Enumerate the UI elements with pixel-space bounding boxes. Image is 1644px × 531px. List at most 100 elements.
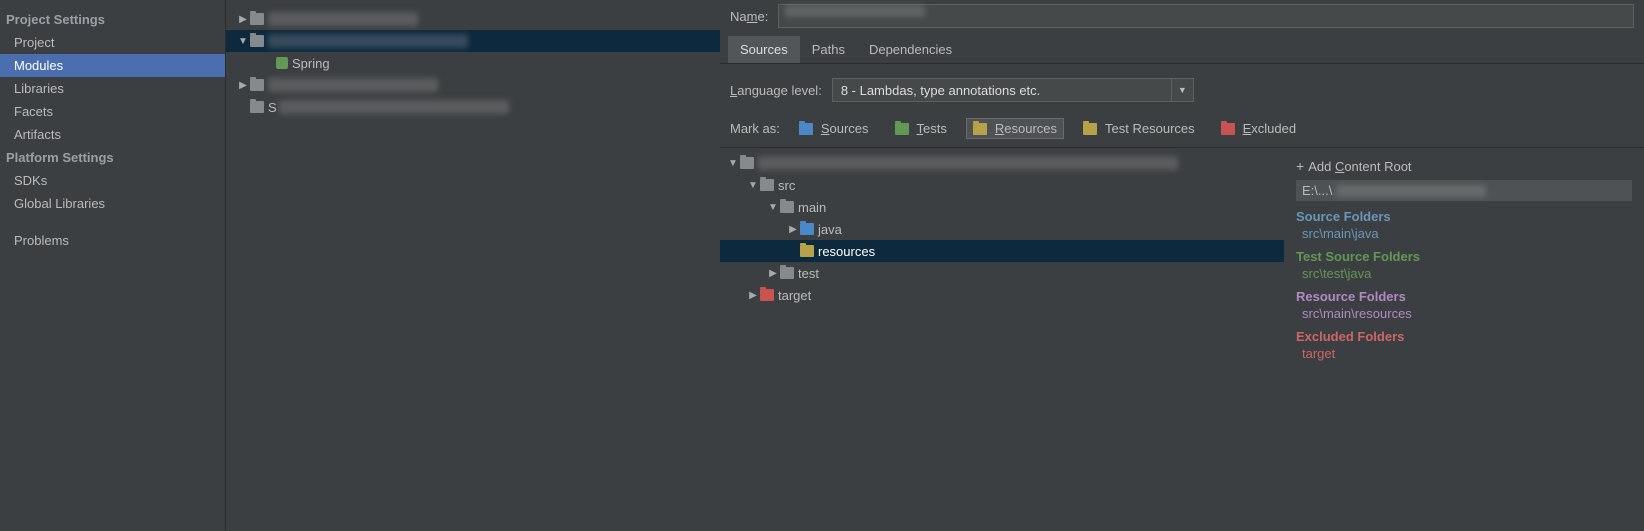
source-folder-icon: [800, 223, 814, 235]
tab-sources[interactable]: Sources: [728, 36, 800, 63]
collapse-arrow-icon[interactable]: [766, 202, 780, 213]
test-source-folders-title: Test Source Folders: [1296, 249, 1632, 264]
spring-label: Spring: [292, 56, 330, 71]
module-child-spring[interactable]: Spring: [226, 52, 720, 74]
source-folders-item[interactable]: src\main\java: [1296, 226, 1632, 241]
content-row: src main java resources test: [720, 147, 1644, 531]
tree-label: main: [798, 200, 826, 215]
tree-label: resources: [818, 244, 875, 259]
sidebar-item-problems[interactable]: Problems: [0, 229, 225, 252]
mark-as-label: Mark as:: [730, 121, 780, 136]
resources-folder-icon: [800, 245, 814, 257]
tests-folder-icon: [895, 123, 909, 135]
content-root-path[interactable]: E:\...\: [1296, 180, 1632, 201]
excluded-folder-icon: [1221, 123, 1235, 135]
mark-as-row: Mark as: Sources Tests Resources Test Re…: [720, 112, 1644, 147]
sidebar-item-libraries[interactable]: Libraries: [0, 77, 225, 100]
root-path-redacted: [1336, 185, 1486, 197]
folder-icon: [760, 179, 774, 191]
tree-label: src: [778, 178, 795, 193]
expand-arrow-icon[interactable]: [236, 80, 250, 91]
module-icon: [250, 35, 264, 47]
sidebar-item-sdks[interactable]: SDKs: [0, 169, 225, 192]
module-row[interactable]: S: [226, 96, 720, 118]
excluded-folder-icon: [760, 289, 774, 301]
expand-arrow-icon[interactable]: [766, 268, 780, 279]
sidebar-item-facets[interactable]: Facets: [0, 100, 225, 123]
module-row[interactable]: [226, 8, 720, 30]
mark-resources-button[interactable]: Resources: [966, 118, 1064, 139]
tab-paths[interactable]: Paths: [800, 36, 857, 63]
collapse-arrow-icon[interactable]: [236, 36, 250, 47]
collapse-arrow-icon[interactable]: [746, 180, 760, 191]
settings-sidebar: Project Settings Project Modules Librari…: [0, 0, 225, 531]
language-level-select[interactable]: 8 - Lambdas, type annotations etc. ▼: [832, 78, 1194, 102]
resources-folder-icon: [973, 123, 987, 135]
name-label: Name:: [730, 9, 768, 24]
collapse-arrow-icon[interactable]: [726, 158, 740, 169]
name-value-redacted: [785, 5, 925, 17]
tree-test[interactable]: test: [720, 262, 1284, 284]
module-label-redacted: [268, 34, 468, 48]
sidebar-item-artifacts[interactable]: Artifacts: [0, 123, 225, 146]
language-level-row: Language level: 8 - Lambdas, type annota…: [720, 64, 1644, 112]
tree-root[interactable]: [720, 152, 1284, 174]
language-level-label: Language level:: [730, 83, 822, 98]
tree-label: test: [798, 266, 819, 281]
excluded-folders-item[interactable]: target: [1296, 346, 1632, 361]
add-content-root-button[interactable]: + Add Content Root: [1296, 158, 1632, 174]
module-label-redacted: [268, 12, 418, 26]
module-row-selected[interactable]: [226, 30, 720, 52]
tree-label: target: [778, 288, 811, 303]
expand-arrow-icon[interactable]: [786, 224, 800, 235]
module-icon: [250, 13, 264, 25]
name-input[interactable]: [778, 4, 1634, 28]
module-label-redacted: [279, 100, 509, 114]
tree-label: java: [818, 222, 842, 237]
source-tree-pane: src main java resources test: [720, 148, 1284, 531]
test-resources-folder-icon: [1083, 123, 1097, 135]
dropdown-arrow-icon[interactable]: ▼: [1172, 78, 1194, 102]
sidebar-item-modules[interactable]: Modules: [0, 54, 225, 77]
tab-dependencies[interactable]: Dependencies: [857, 36, 964, 63]
folder-icon: [780, 267, 794, 279]
expand-arrow-icon[interactable]: [746, 290, 760, 301]
folder-icon: [740, 157, 754, 169]
mark-tests-button[interactable]: Tests: [888, 118, 954, 139]
tree-src[interactable]: src: [720, 174, 1284, 196]
module-icon: [250, 101, 264, 113]
tree-java[interactable]: java: [720, 218, 1284, 240]
mark-test-resources-button[interactable]: Test Resources: [1076, 118, 1202, 139]
root-path-prefix: E:\...\: [1302, 183, 1332, 198]
tree-main[interactable]: main: [720, 196, 1284, 218]
resource-folders-title: Resource Folders: [1296, 289, 1632, 304]
source-folders-title: Source Folders: [1296, 209, 1632, 224]
mark-sources-button[interactable]: Sources: [792, 118, 876, 139]
test-source-folders-item[interactable]: src\test\java: [1296, 266, 1632, 281]
module-tabs: Sources Paths Dependencies: [720, 36, 1644, 64]
main-pane: Name: Sources Paths Dependencies Languag…: [720, 0, 1644, 531]
tree-root-redacted: [758, 156, 1178, 170]
module-label-redacted: [268, 78, 438, 92]
expand-arrow-icon[interactable]: [236, 14, 250, 25]
excluded-folders-title: Excluded Folders: [1296, 329, 1632, 344]
language-level-value: 8 - Lambdas, type annotations etc.: [832, 78, 1172, 102]
module-icon: [250, 79, 264, 91]
project-settings-header: Project Settings: [0, 8, 225, 31]
tree-target[interactable]: target: [720, 284, 1284, 306]
sidebar-item-global-libraries[interactable]: Global Libraries: [0, 192, 225, 215]
module-row[interactable]: [226, 74, 720, 96]
name-row: Name:: [720, 0, 1644, 36]
content-root-pane: + Add Content Root E:\...\ Source Folder…: [1284, 148, 1644, 531]
module-label-s: S: [268, 100, 277, 115]
folder-icon: [780, 201, 794, 213]
resource-folders-item[interactable]: src\main\resources: [1296, 306, 1632, 321]
spring-icon: [276, 57, 288, 69]
tree-resources[interactable]: resources: [720, 240, 1284, 262]
sources-folder-icon: [799, 123, 813, 135]
sidebar-item-project[interactable]: Project: [0, 31, 225, 54]
plus-icon: +: [1296, 158, 1304, 174]
mark-excluded-button[interactable]: Excluded: [1214, 118, 1303, 139]
platform-settings-header: Platform Settings: [0, 146, 225, 169]
module-list-pane: Spring S: [225, 0, 720, 531]
